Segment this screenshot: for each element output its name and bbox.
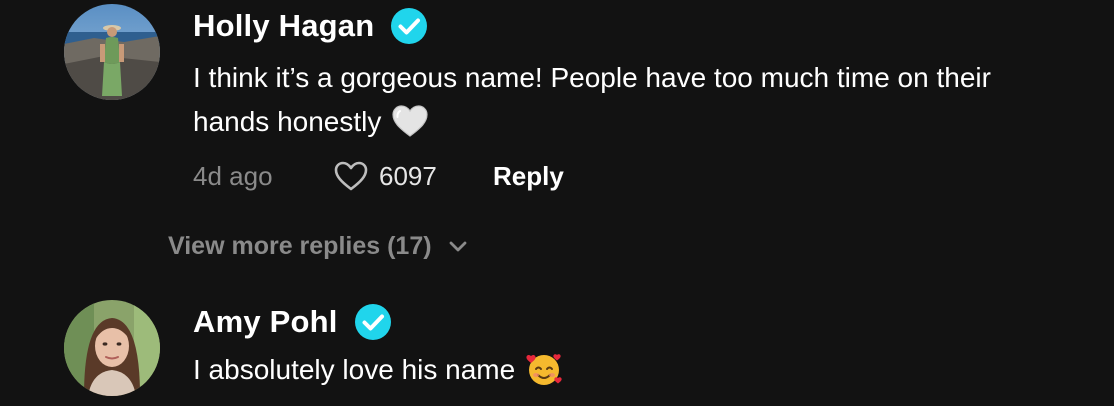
avatar-photo-icon [64,4,160,100]
smiling-face-with-hearts-icon [526,353,562,385]
like-count: 6097 [379,160,437,191]
heart-outline-icon[interactable] [333,160,369,192]
comment-text: I think it’s a gorgeous name! People hav… [193,56,991,144]
avatar[interactable] [64,300,160,396]
comment-item: Holly Hagan I think it’s a gorgeous name… [0,0,1114,260]
comment-header: Amy Pohl [193,300,391,344]
verified-badge-icon [354,304,391,340]
comment-item: Amy Pohl I absolutely love his name [0,296,1114,406]
verified-badge-icon [391,8,428,44]
comment-text-line2: hands honestly [193,106,382,137]
comment-text-line: I absolutely love his name [193,354,516,385]
comment-meta: 4d ago 6097 Reply [193,156,564,196]
view-more-replies-button[interactable]: View more replies (17) [168,226,468,266]
comment-text-line: hands honestly [193,100,991,144]
username[interactable]: Amy Pohl [193,304,338,340]
comment-header: Holly Hagan [193,4,428,48]
timestamp: 4d ago [193,160,273,191]
avatar[interactable] [64,4,160,100]
reply-button[interactable]: Reply [493,161,564,192]
like-button[interactable]: 6097 [333,160,493,192]
chevron-down-icon [449,241,466,252]
username[interactable]: Holly Hagan [193,8,374,44]
comment-text-line: I think it’s a gorgeous name! People hav… [193,62,991,93]
comment-text: I absolutely love his name [193,348,563,392]
view-more-replies-label: View more replies (17) [168,231,432,260]
avatar-photo-icon [64,300,160,396]
white-heart-icon [392,105,428,137]
